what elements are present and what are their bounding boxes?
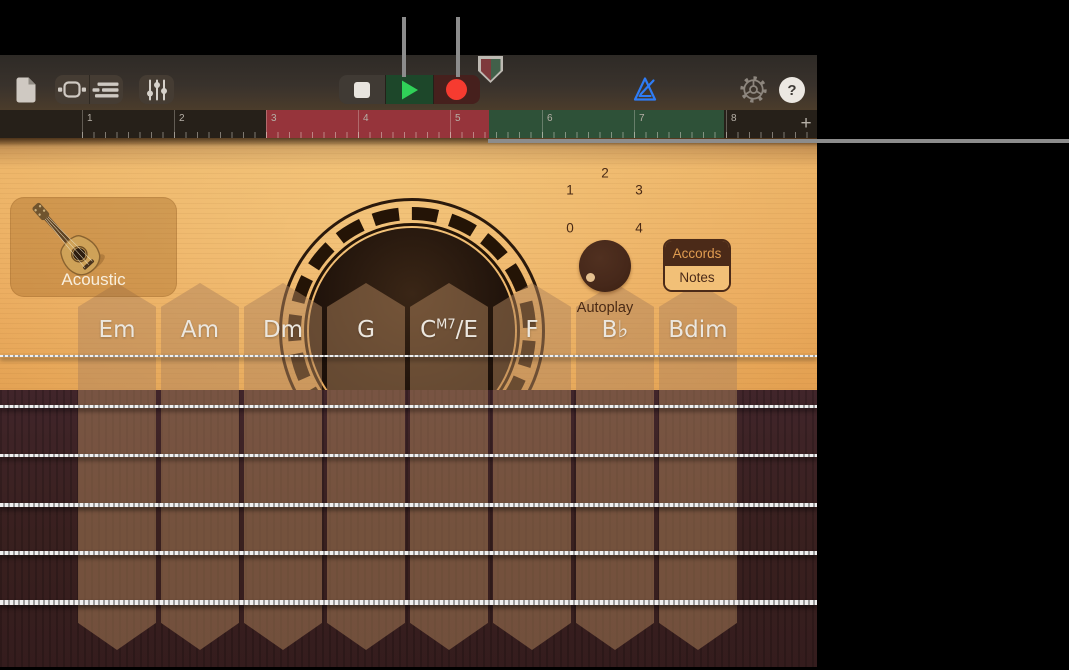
add-bars-label: + <box>800 113 811 135</box>
tracks-view-button[interactable] <box>89 75 124 104</box>
chord-strip-bdim[interactable]: Bdim <box>659 283 737 650</box>
mixer-button[interactable] <box>139 75 174 104</box>
document-button[interactable] <box>12 75 40 104</box>
callout-line-record <box>456 17 460 77</box>
ruler-bar-number: 2 <box>179 113 185 124</box>
chord-label: F <box>493 317 571 343</box>
ruler-bar-number: 1 <box>87 113 93 124</box>
acoustic-guitar-icon <box>28 199 158 277</box>
help-button[interactable]: ? <box>779 77 805 103</box>
callout-line-playhead <box>488 139 1069 143</box>
stop-icon <box>354 82 370 98</box>
autoplay-tick-3: 3 <box>635 183 643 198</box>
mode-button-notes[interactable]: Notes <box>665 266 729 291</box>
callout-line-play <box>402 17 406 77</box>
chord-label: CM7/E <box>410 317 488 343</box>
ruler-bar-number: 3 <box>271 113 277 124</box>
guitar-string-1[interactable] <box>0 355 817 357</box>
ruler-bar-number: 8 <box>731 113 737 124</box>
chord-strip-f[interactable]: F <box>493 283 571 650</box>
garageband-window: ? 1 2 3 4 5 6 7 8 + EmAmDmGCM7/EFB♭Bdim <box>0 55 817 667</box>
chord-strip-c[interactable]: CM7/E <box>410 283 488 650</box>
chords-notes-toggle: AccordsNotes <box>663 239 731 292</box>
chord-strip-am[interactable]: Am <box>161 283 239 650</box>
mixer-icon <box>145 78 169 102</box>
autoplay-tick-4: 4 <box>635 221 643 236</box>
ruler-bar-number: 5 <box>455 113 461 124</box>
chord-label: Am <box>161 317 239 343</box>
chord-strip-dm[interactable]: Dm <box>244 283 322 650</box>
autoplay-tick-0: 0 <box>566 221 574 236</box>
guitar-string-6[interactable] <box>0 600 817 605</box>
instrument-card[interactable]: Acoustic <box>10 197 177 297</box>
tracks-view-icon <box>91 80 121 100</box>
guitar-string-5[interactable] <box>0 551 817 555</box>
chord-label: B♭ <box>576 317 654 343</box>
chord-label: G <box>327 317 405 343</box>
settings-button[interactable] <box>736 75 770 104</box>
chord-strip-g[interactable]: G <box>327 283 405 650</box>
autoplay-label: Autoplay <box>565 300 645 316</box>
help-label: ? <box>787 82 796 99</box>
autoplay-tick-2: 2 <box>601 166 609 181</box>
instrument-view-icon <box>57 80 87 100</box>
ruler-ticks <box>82 110 817 138</box>
guitar-string-3[interactable] <box>0 454 817 457</box>
instrument-name: Acoustic <box>10 270 177 290</box>
play-icon <box>400 79 419 101</box>
guitar-string-4[interactable] <box>0 503 817 507</box>
mode-button-accords[interactable]: Accords <box>665 241 729 266</box>
toolbar: ? <box>0 55 817 110</box>
add-bars-button[interactable]: + <box>795 111 817 137</box>
guitar-play-surface: EmAmDmGCM7/EFB♭Bdim <box>0 138 817 667</box>
autoplay-tick-1: 1 <box>566 183 574 198</box>
ruler-bar-number: 6 <box>547 113 553 124</box>
chord-strip-b♭[interactable]: B♭ <box>576 283 654 650</box>
autoplay-knob[interactable] <box>579 240 631 292</box>
view-toggle <box>55 75 123 104</box>
chord-strip-em[interactable]: Em <box>78 283 156 650</box>
timeline-ruler[interactable]: 1 2 3 4 5 6 7 8 + <box>0 110 817 138</box>
play-button[interactable] <box>385 75 433 104</box>
record-button[interactable] <box>434 75 480 104</box>
metronome-button[interactable] <box>629 75 661 104</box>
transport-controls <box>339 75 480 104</box>
ruler-bar-number: 4 <box>363 113 369 124</box>
document-icon <box>16 77 37 103</box>
record-icon <box>446 79 467 100</box>
stop-button[interactable] <box>339 75 385 104</box>
chord-label: Em <box>78 317 156 343</box>
gear-icon <box>737 73 770 106</box>
instrument-view-button[interactable] <box>55 75 89 104</box>
metronome-icon <box>631 76 659 103</box>
chord-label: Dm <box>244 317 322 343</box>
ruler-bar-number: 7 <box>639 113 645 124</box>
guitar-string-2[interactable] <box>0 405 817 408</box>
chord-label: Bdim <box>659 317 737 343</box>
knob-indicator-dot <box>586 273 595 282</box>
